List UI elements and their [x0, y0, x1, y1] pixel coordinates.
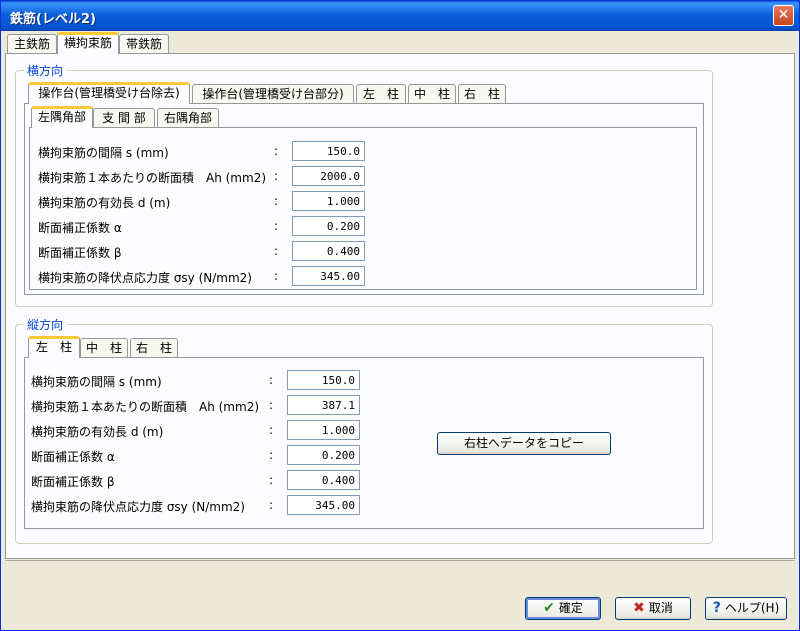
effective-length-input[interactable]: 1.000: [287, 420, 360, 440]
tab-center-column[interactable]: 中 柱: [408, 84, 456, 104]
colon: :: [269, 448, 274, 462]
tab-left-corner[interactable]: 左隅角部: [31, 106, 93, 128]
help-button[interactable]: ? ヘルプ(H): [705, 597, 787, 620]
vertical-group-label: 縦方向: [24, 316, 67, 333]
tab-lateral-tie[interactable]: 横拘束筋: [57, 32, 119, 54]
tab-span[interactable]: 支 間 部: [93, 108, 155, 128]
tab-right-column[interactable]: 右 柱: [130, 338, 178, 358]
colon: :: [274, 219, 279, 233]
effective-length-input[interactable]: 1.000: [292, 191, 365, 211]
row-label: 断面補正係数 α: [31, 450, 115, 464]
close-button[interactable]: ✕: [773, 5, 794, 26]
row-label: 断面補正係数 β: [38, 246, 122, 260]
colon: :: [274, 169, 279, 183]
vertical-groupbox: 縦方向 左 柱 中 柱 右 柱 横拘束筋の間隔 s (mm) : 150.0 横…: [15, 316, 713, 544]
colon: :: [269, 373, 274, 387]
vertical-field-panel: 横拘束筋の間隔 s (mm) : 150.0 横拘束筋１本あたりの断面積 Ah …: [24, 357, 704, 529]
spacing-input[interactable]: 150.0: [287, 370, 360, 390]
cancel-label: 取消: [648, 601, 673, 615]
area-input[interactable]: 2000.0: [292, 166, 365, 186]
dialog-window: 鉄筋(レベル2) ✕ 主鉄筋 横拘束筋 帯鉄筋 横方向 操作台(管理橋受け台除去…: [0, 0, 800, 631]
title-bar[interactable]: 鉄筋(レベル2) ✕: [1, 1, 799, 31]
alpha-input[interactable]: 0.200: [287, 445, 360, 465]
yield-stress-input[interactable]: 345.00: [287, 495, 360, 515]
area-input[interactable]: 387.1: [287, 395, 360, 415]
cancel-button[interactable]: ✖ 取消: [615, 597, 691, 620]
row-label: 横拘束筋の降伏点応力度 σsy (N/mm2): [31, 500, 245, 514]
colon: :: [274, 244, 279, 258]
tab-right-corner[interactable]: 右隅角部: [157, 108, 219, 128]
colon: :: [269, 498, 274, 512]
yield-stress-input[interactable]: 345.00: [292, 266, 365, 286]
row-label: 横拘束筋の有効長 d (m): [31, 425, 164, 439]
confirm-button[interactable]: ✔ 確定: [525, 597, 601, 620]
tab-operation-deck-part[interactable]: 操作台(管理橋受け台部分): [192, 84, 354, 104]
spacing-input[interactable]: 150.0: [292, 141, 365, 161]
horizontal-group-label: 横方向: [24, 62, 67, 79]
colon: :: [274, 269, 279, 283]
row-label: 横拘束筋１本あたりの断面積 Ah (mm2): [38, 171, 267, 185]
colon: :: [269, 398, 274, 412]
tab-left-column[interactable]: 左 柱: [356, 84, 406, 104]
tab-main-rebar[interactable]: 主鉄筋: [7, 34, 57, 54]
tab-hoop-rebar[interactable]: 帯鉄筋: [119, 34, 169, 54]
alpha-input[interactable]: 0.200: [292, 216, 365, 236]
question-icon: ?: [712, 600, 721, 616]
copy-to-right-column-button[interactable]: 右柱へデータをコピー: [437, 432, 611, 455]
status-bar: [5, 560, 795, 584]
tab-left-column[interactable]: 左 柱: [28, 336, 80, 358]
tab-center-column[interactable]: 中 柱: [80, 338, 128, 358]
checkmark-icon: ✔: [543, 600, 555, 616]
tab-operation-deck-excluded[interactable]: 操作台(管理橋受け台除去): [28, 82, 190, 104]
beta-input[interactable]: 0.400: [287, 470, 360, 490]
horizontal-sub-panel: 左隅角部 支 間 部 右隅角部 横拘束筋の間隔 s (mm) : 150.0 横…: [24, 103, 704, 295]
row-label: 断面補正係数 β: [31, 475, 115, 489]
help-label: ヘルプ(H): [724, 601, 780, 615]
horizontal-field-panel: 横拘束筋の間隔 s (mm) : 150.0 横拘束筋１本あたりの断面積 Ah …: [29, 127, 697, 290]
cross-icon: ✖: [633, 600, 645, 616]
row-label: 横拘束筋の降伏点応力度 σsy (N/mm2): [38, 271, 252, 285]
row-label: 横拘束筋の有効長 d (m): [38, 196, 171, 210]
row-label: 横拘束筋の間隔 s (mm): [31, 375, 162, 389]
tab-right-column[interactable]: 右 柱: [458, 84, 506, 104]
main-tab-panel: 横方向 操作台(管理橋受け台除去) 操作台(管理橋受け台部分) 左 柱 中 柱 …: [5, 53, 795, 559]
beta-input[interactable]: 0.400: [292, 241, 365, 261]
window-title: 鉄筋(レベル2): [10, 12, 96, 27]
row-label: 横拘束筋１本あたりの断面積 Ah (mm2): [31, 400, 260, 414]
row-label: 横拘束筋の間隔 s (mm): [38, 146, 169, 160]
colon: :: [269, 473, 274, 487]
confirm-label: 確定: [558, 601, 583, 615]
colon: :: [274, 194, 279, 208]
colon: :: [269, 423, 274, 437]
row-label: 断面補正係数 α: [38, 221, 122, 235]
colon: :: [274, 144, 279, 158]
horizontal-groupbox: 横方向 操作台(管理橋受け台除去) 操作台(管理橋受け台部分) 左 柱 中 柱 …: [15, 62, 713, 307]
